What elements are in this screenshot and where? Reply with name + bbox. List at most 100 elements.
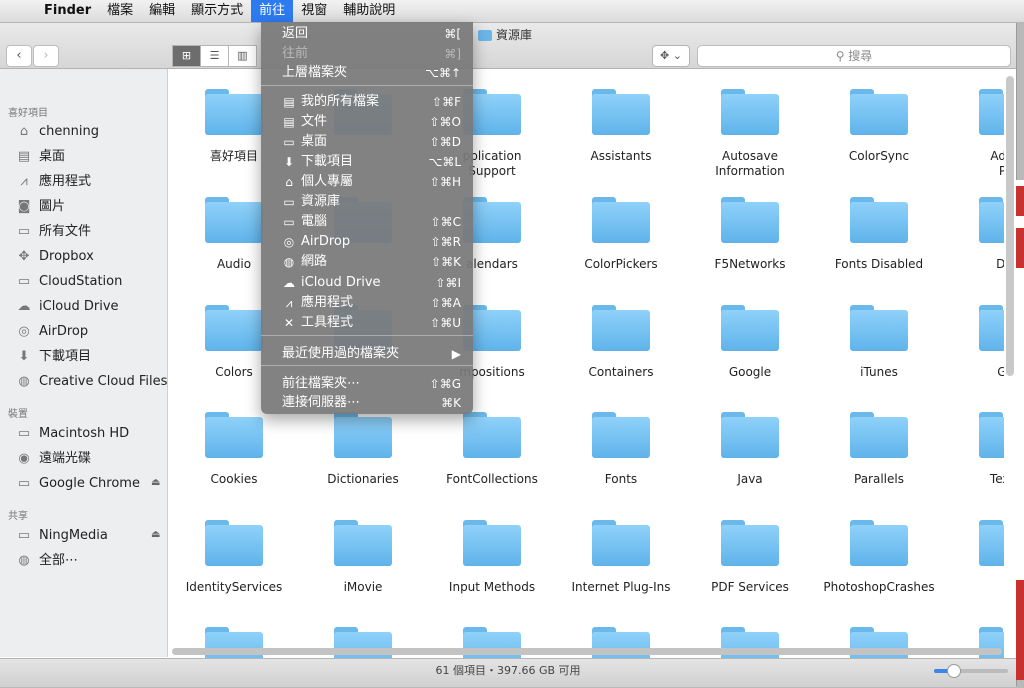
folder-item[interactable]: Assistants [557, 89, 685, 164]
sidebar-item[interactable]: ◙ 圖片 [14, 196, 65, 218]
forward-button[interactable]: › [33, 45, 59, 67]
go-menu-item[interactable]: 連接伺服器⋯ ⌘K [261, 393, 473, 413]
folder-item[interactable]: Addre Plu [944, 89, 1004, 179]
sidebar-item[interactable]: ▭ Macintosh HD [14, 423, 129, 445]
sidebar-item-label: Dropbox [39, 249, 94, 264]
folder-item[interactable]: Dictionaries [299, 412, 427, 487]
menu-edit[interactable]: 編輯 [141, 0, 183, 22]
go-menu-item[interactable]: 上層檔案夾 ⌥⌘↑ [261, 63, 473, 83]
folder-item[interactable]: Gar [944, 305, 1004, 380]
folder-icon [979, 197, 1004, 243]
folder-label: Parallels [854, 472, 904, 486]
folder-item[interactable]: Fonts Disabled [815, 197, 943, 272]
sidebar-item[interactable]: ▭ CloudStation [14, 271, 123, 293]
sidebar-item[interactable]: ◍ 全部⋯ [14, 550, 78, 572]
sidebar-item[interactable]: ▭ 所有文件 [14, 221, 91, 243]
folder-icon [205, 412, 263, 458]
go-menu-item[interactable]: ⬇ 下載項目 ⌥⌘L [261, 152, 473, 172]
menu-view[interactable]: 顯示方式 [183, 0, 251, 22]
go-menu-item[interactable]: ▭ 電腦 ⇧⌘C [261, 212, 473, 232]
go-menu-item[interactable]: ◍ 網路 ⇧⌘K [261, 252, 473, 272]
sidebar-item[interactable]: ⌂ chenning [14, 121, 99, 143]
sidebar-item-label: 應用程式 [39, 174, 92, 189]
folder-item[interactable]: F5Networks [686, 197, 814, 272]
folder-label: F5Networks [714, 257, 786, 271]
horizontal-scrollbar[interactable] [172, 648, 1002, 655]
icon-view-button[interactable]: ⊞ [172, 45, 201, 67]
folder-item[interactable]: ColorSync [815, 89, 943, 164]
go-menu-item[interactable]: ▭ 桌面 ⇧⌘D [261, 132, 473, 152]
folder-item[interactable]: Fonts [557, 412, 685, 487]
folder-item[interactable]: PhotoshopCrashes [815, 520, 943, 595]
sidebar-item[interactable]: ◍ Creative Cloud Files [14, 371, 167, 393]
folder-item[interactable]: Cookies [170, 412, 298, 487]
folder-label: Autosave Information [715, 149, 785, 178]
finder-window: 資源庫 ‹ › ⊞ ☰ ▥ ✥ ⌄ ⚲ 搜尋 喜好項目 ⌂ chenning ▤ 桌面 ⩘… [0, 22, 1017, 687]
folder-icon [592, 89, 650, 135]
menu-item-label: 資源庫 [301, 194, 341, 209]
sidebar-item-label: Macintosh HD [39, 426, 130, 441]
folder-item[interactable]: PDF Services [686, 520, 814, 595]
folder-label: FontCollections [446, 472, 538, 486]
back-button[interactable]: ‹ [6, 45, 32, 67]
sidebar-item[interactable]: ▤ 桌面 [14, 146, 65, 168]
dropbox-toolbar-button[interactable]: ✥ ⌄ [652, 45, 690, 67]
search-input[interactable]: ⚲ 搜尋 [697, 45, 1011, 67]
go-menu-item[interactable]: ⌂ 個人專屬 ⇧⌘H [261, 172, 473, 192]
folder-item[interactable]: Internet Plug-Ins [557, 520, 685, 595]
go-menu-item[interactable]: 前往檔案夾⋯ ⇧⌘G [261, 374, 473, 394]
folder-item[interactable]: Input Methods [428, 520, 556, 595]
go-menu-item[interactable]: 往前 ⌘] [261, 44, 473, 64]
sidebar-item[interactable]: ◉ 遠端光碟 [14, 448, 91, 470]
menu-go[interactable]: 前往 [251, 0, 294, 22]
folder-item[interactable]: TextW [944, 412, 1004, 487]
go-menu-item[interactable]: ✕ 工具程式 ⇧⌘U [261, 313, 473, 333]
folder-item[interactable]: Dev [944, 197, 1004, 272]
sidebar-item[interactable]: ⬇ 下載項目 [14, 346, 91, 368]
go-menu-item[interactable]: ☁ iCloud Drive ⇧⌘I [261, 273, 473, 293]
folder-item[interactable] [944, 520, 1004, 580]
sidebar-item-icon: ◍ [18, 553, 30, 568]
menu-help[interactable]: 輔助說明 [335, 0, 403, 22]
vertical-scrollbar[interactable] [1006, 76, 1014, 376]
eject-icon[interactable]: ⏏ [151, 529, 160, 540]
folder-item[interactable]: Containers [557, 305, 685, 380]
go-menu-item[interactable]: ◎ AirDrop ⇧⌘R [261, 232, 473, 252]
slider-knob[interactable] [946, 664, 961, 678]
menu-window[interactable]: 視窗 [293, 0, 335, 22]
go-menu-item[interactable]: 最近使用過的檔案夾 ▶ [261, 344, 473, 364]
menu-finder[interactable]: Finder [36, 0, 99, 22]
go-menu-item[interactable]: ▤ 我的所有檔案 ⇧⌘F [261, 92, 473, 112]
sidebar-item[interactable]: ▭ Google Chrome [14, 473, 140, 495]
folder-item[interactable]: Java [686, 412, 814, 487]
folder-item[interactable]: Google [686, 305, 814, 380]
sidebar-item-icon: ⩘ [20, 174, 28, 189]
folder-item[interactable]: iTunes [815, 305, 943, 380]
menu-file[interactable]: 檔案 [99, 0, 141, 22]
sidebar-item[interactable]: ☁ iCloud Drive [14, 296, 119, 318]
folder-item[interactable]: IdentityServices [170, 520, 298, 595]
go-menu-item[interactable]: 返回 ⌘[ [261, 24, 473, 44]
menu-item-shortcut: ⌥⌘L [428, 155, 461, 169]
sidebar-item[interactable]: ⩘ 應用程式 [14, 171, 91, 193]
folder-item[interactable]: FontCollections [428, 412, 556, 487]
icon-size-slider[interactable] [934, 664, 1008, 678]
go-menu-item[interactable]: ▭ 資源庫 [261, 192, 473, 212]
sidebar-item[interactable]: ▭ NingMedia [14, 525, 108, 547]
folder-item[interactable]: ColorPickers [557, 197, 685, 272]
folder-item[interactable]: iMovie [299, 520, 427, 595]
go-menu-item[interactable]: ▤ 文件 ⇧⌘O [261, 112, 473, 132]
folder-icon [334, 412, 392, 458]
sidebar-item-icon: ▭ [17, 476, 31, 491]
sidebar-item[interactable]: ✥ Dropbox [14, 246, 94, 268]
sidebar-item[interactable]: ◎ AirDrop [14, 321, 88, 343]
folder-icon [721, 305, 779, 351]
eject-icon[interactable]: ⏏ [151, 477, 160, 488]
menu-item-icon: ◎ [283, 235, 295, 249]
folder-item[interactable]: Autosave Information [686, 89, 814, 179]
folder-item[interactable]: Parallels [815, 412, 943, 487]
column-view-button[interactable]: ▥ [228, 45, 257, 67]
go-menu-item[interactable]: ⩘ 應用程式 ⇧⌘A [261, 293, 473, 313]
folder-label: Dev [996, 257, 1004, 271]
list-view-button[interactable]: ☰ [200, 45, 229, 67]
